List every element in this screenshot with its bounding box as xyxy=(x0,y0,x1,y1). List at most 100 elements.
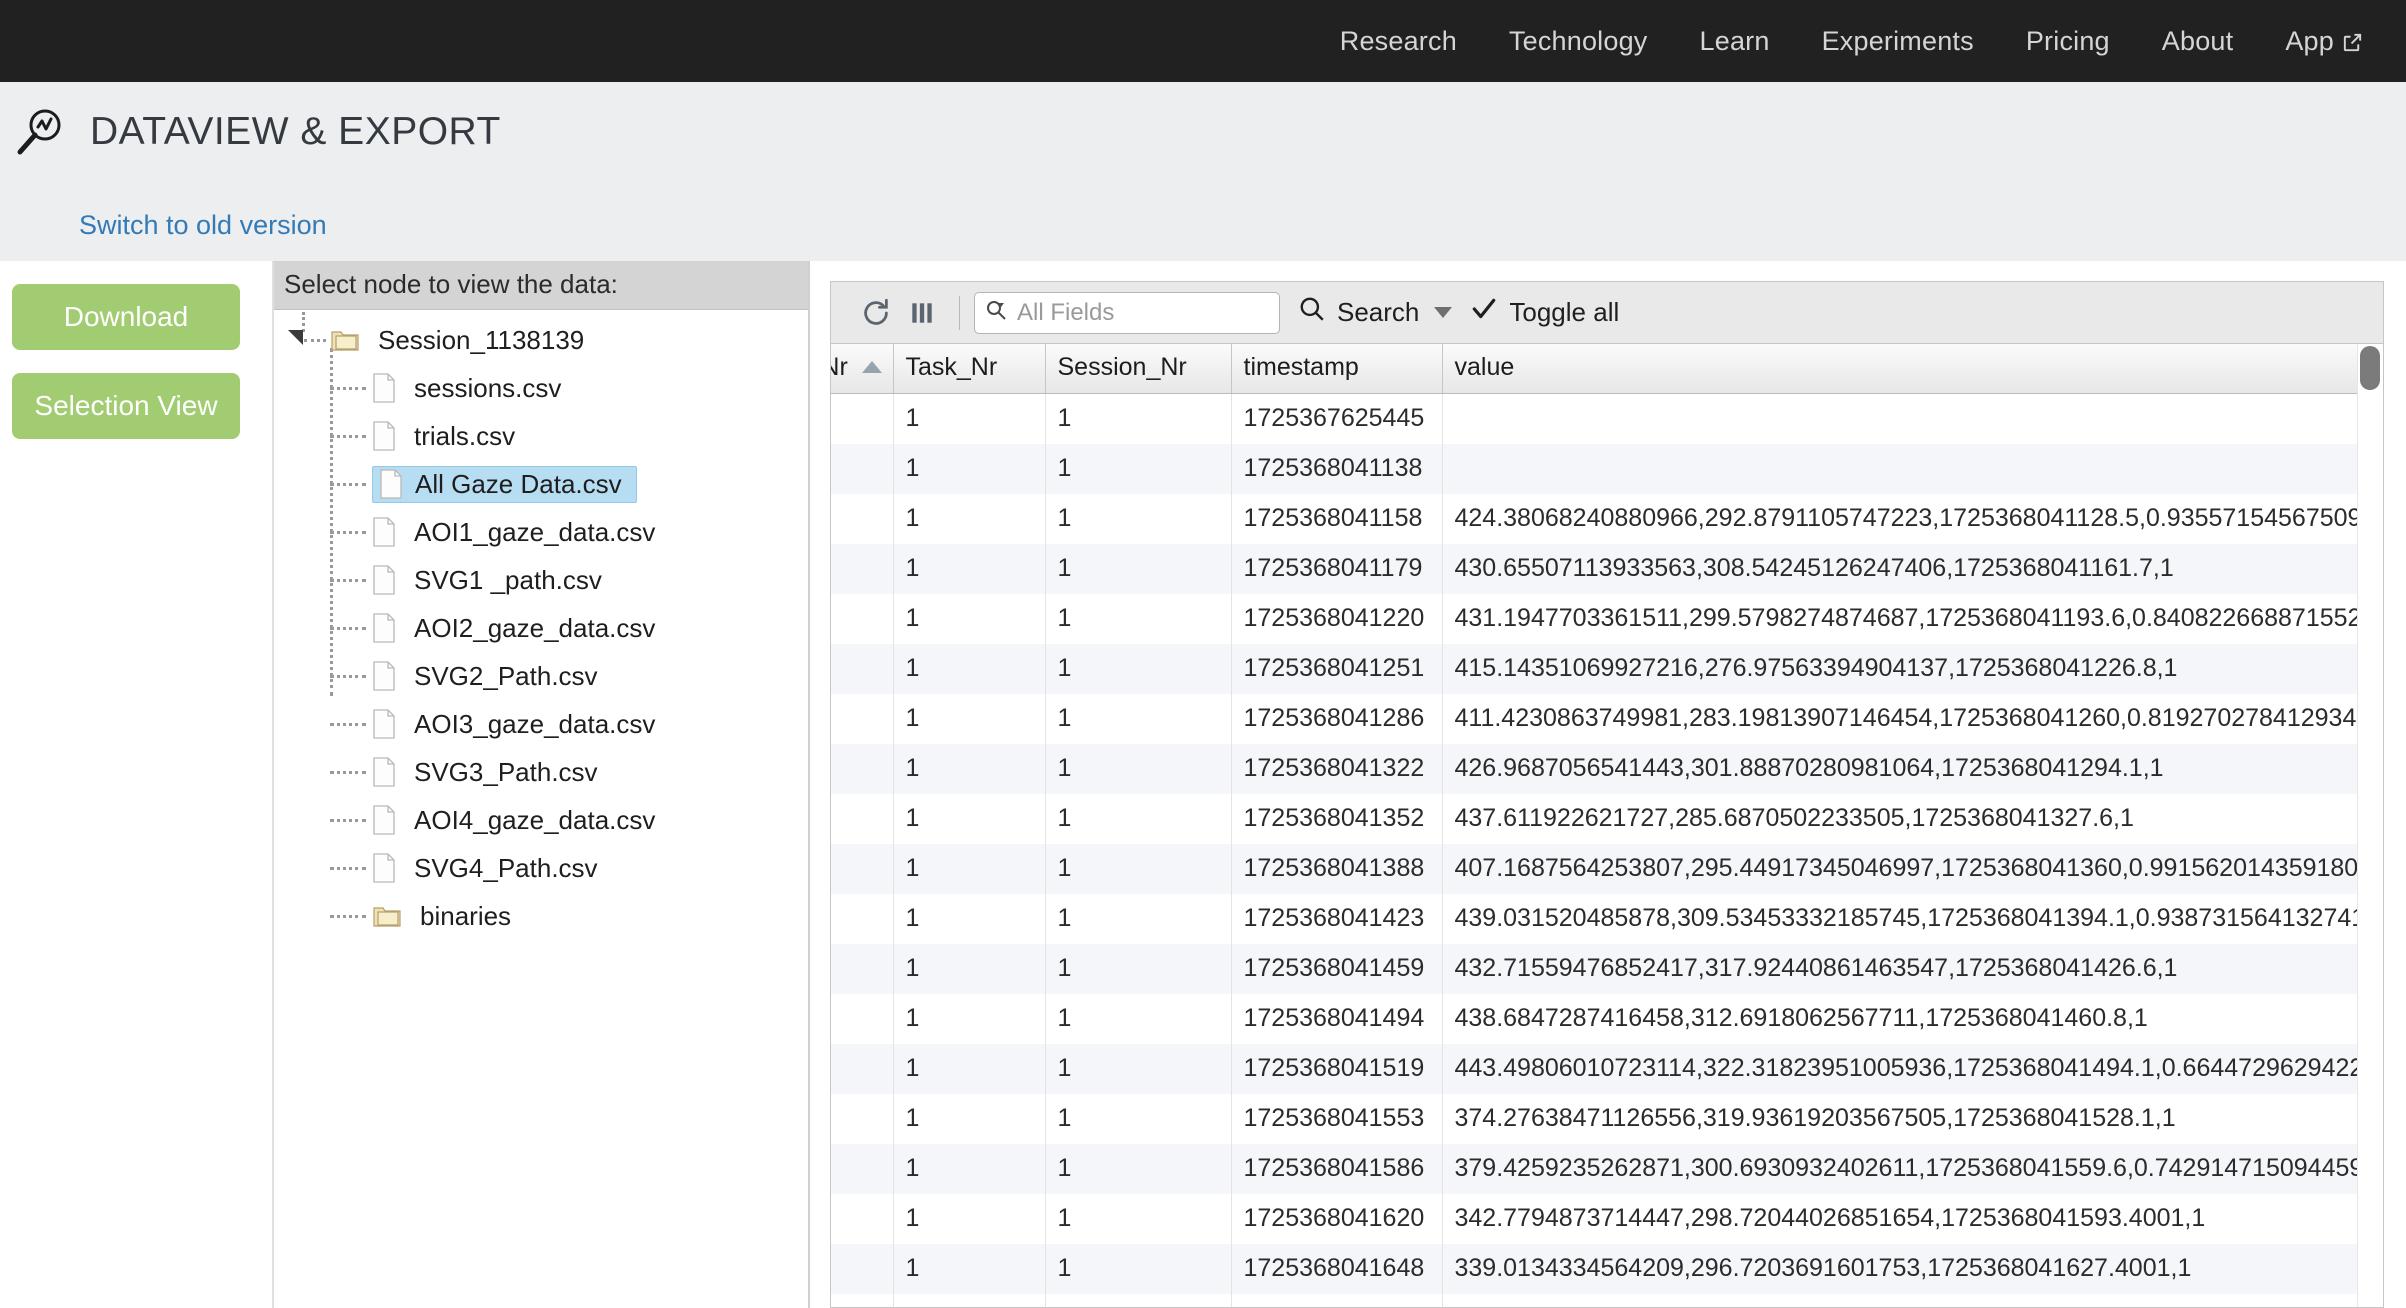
cell-task-nr: 1 xyxy=(893,393,1046,444)
table-row[interactable]: 1 1 1725368041322 426.9687056541443,301.888… xyxy=(831,743,2383,794)
tree-node-svg2-path-csv[interactable]: SVG2_Path.csv xyxy=(274,652,808,700)
table-row[interactable]: 1 1 1725368041220 431.1947703361511,299.579… xyxy=(831,593,2383,644)
nav-item-pricing[interactable]: Pricing xyxy=(2000,26,2136,57)
tree-node-trials-csv[interactable]: trials.csv xyxy=(274,412,808,460)
cell-k-nr xyxy=(831,793,894,844)
table-row[interactable]: 1 1 1725368041423 439.031520485878,309.5345… xyxy=(831,893,2383,944)
cell-session-nr: 1 xyxy=(1045,543,1232,594)
table-row[interactable]: 1 1 1725368041620 342.7794873714447,298.720… xyxy=(831,1193,2383,1244)
column-header-task-nr[interactable]: Task_Nr xyxy=(893,344,1046,394)
column-header-k-nr[interactable]: k_Nr xyxy=(831,344,894,394)
sort-ascending-icon xyxy=(861,361,882,373)
file-icon xyxy=(372,709,396,739)
cell-timestamp: 1725368041352 xyxy=(1231,793,1443,844)
table-row[interactable]: 1 1 1725368041648 339.0134334564209,296.720… xyxy=(831,1243,2383,1294)
table-row[interactable]: 1 1 1725367625445 xyxy=(831,393,2383,444)
tree-panel-header: Select node to view the data: xyxy=(274,261,808,310)
search-input[interactable] xyxy=(1015,297,1255,328)
nav-item-app[interactable]: App xyxy=(2259,26,2370,57)
cell-timestamp: 1725368041322 xyxy=(1231,743,1443,794)
tree-node-aoi1-gaze-data-csv[interactable]: AOI1_gaze_data.csv xyxy=(274,508,808,556)
tree-node-label: binaries xyxy=(420,900,512,931)
table-row[interactable]: 1 1 1725368041251 415.14351069927216,276.97… xyxy=(831,643,2383,694)
tree-collapse-toggle-icon[interactable] xyxy=(288,330,303,345)
refresh-icon[interactable] xyxy=(853,290,899,336)
table-row[interactable]: 1 1 1725368041138 xyxy=(831,443,2383,494)
toggle-all-button[interactable]: Toggle all xyxy=(1470,295,1619,330)
table-row[interactable]: 111725368041692401.06992572546005,319.61… xyxy=(831,1293,2383,1307)
tree-node-binaries[interactable]: binaries xyxy=(274,892,808,940)
external-link-icon xyxy=(2341,30,2364,53)
cell-task-nr: 1 xyxy=(893,1043,1046,1094)
column-header-value[interactable]: value xyxy=(1442,344,2383,394)
cell-session-nr: 1 xyxy=(1045,893,1232,944)
tree-node-root[interactable]: Session_1138139 xyxy=(274,312,808,364)
tree-node-svg1-path-csv[interactable]: SVG1 _path.csv xyxy=(274,556,808,604)
tree-node-label: AOI4_gaze_data.csv xyxy=(414,804,656,835)
nav-item-research[interactable]: Research xyxy=(1314,26,1483,57)
table-row[interactable]: 1 1 1725368041286 411.4230863749981,283.198… xyxy=(831,693,2383,744)
cell-timestamp: 1725368041423 xyxy=(1231,893,1443,944)
column-header-session-nr[interactable]: Session_Nr xyxy=(1045,344,1232,394)
tree-node-aoi2-gaze-data-csv[interactable]: AOI2_gaze_data.csv xyxy=(274,604,808,652)
cell-timestamp: 1725368041138 xyxy=(1231,443,1443,494)
cell-timestamp: 1725368041388 xyxy=(1231,843,1443,894)
tree-node-sessions-csv[interactable]: sessions.csv xyxy=(274,364,808,412)
table-row[interactable]: 1 1 1725368041459 432.71559476852417,317.92… xyxy=(831,943,2383,994)
cell-value: 443.49806010723114,322.31823951005936,17… xyxy=(1442,1043,2383,1094)
cell-value: 426.9687056541443,301.88870280981064,172… xyxy=(1442,743,2383,794)
tree-root-guide xyxy=(274,312,330,364)
table-row[interactable]: 1 1 1725368041179 430.65507113933563,308.54… xyxy=(831,543,2383,594)
tree-elbow xyxy=(330,387,366,390)
tree-node-aoi3-gaze-data-csv[interactable]: AOI3_gaze_data.csv xyxy=(274,700,808,748)
selection-view-button[interactable]: Selection View xyxy=(12,373,240,439)
chevron-down-icon[interactable] xyxy=(1434,307,1453,318)
folder-icon xyxy=(330,327,360,353)
nav-item-about[interactable]: About xyxy=(2136,26,2260,57)
cell-value: 407.1687564253807,295.44917345046997,172… xyxy=(1442,843,2383,894)
tree-elbow xyxy=(330,531,366,534)
table-row[interactable]: 1 1 1725368041352 437.611922621727,285.6870… xyxy=(831,793,2383,844)
nav-item-experiments[interactable]: Experiments xyxy=(1796,26,2000,57)
cell-timestamp: 1725368041220 xyxy=(1231,593,1443,644)
tree-elbow xyxy=(330,579,366,582)
vertical-scrollbar-track[interactable] xyxy=(2357,344,2383,1307)
table-row[interactable]: 1 1 1725368041158 424.38068240880966,292.87… xyxy=(831,493,2383,544)
tree-elbow xyxy=(330,435,366,438)
tree-node-aoi4-gaze-data-csv[interactable]: AOI4_gaze_data.csv xyxy=(274,796,808,844)
tree-elbow xyxy=(330,867,366,870)
table-row[interactable]: 1 1 1725368041494 438.6847287416458,312.691… xyxy=(831,993,2383,1044)
table-row[interactable]: 1 1 1725368041519 443.49806010723114,322.31… xyxy=(831,1043,2383,1094)
tree-node-all-gaze-data-csv[interactable]: All Gaze Data.csv xyxy=(274,460,808,508)
tree-node-svg4-path-csv[interactable]: SVG4_Path.csv xyxy=(274,844,808,892)
tree-node-selected-wrapper: All Gaze Data.csv xyxy=(372,465,637,503)
cell-timestamp: 1725368041519 xyxy=(1231,1043,1443,1094)
table-row[interactable]: 1 1 1725368041586 379.4259235262871,300.693… xyxy=(831,1143,2383,1194)
download-button[interactable]: Download xyxy=(12,284,240,350)
tree-guide xyxy=(274,844,372,892)
tree-guide xyxy=(274,652,372,700)
cell-session-nr: 1 xyxy=(1045,943,1232,994)
vertical-scrollbar-thumb[interactable] xyxy=(2360,346,2380,390)
cell-task-nr: 1 xyxy=(893,443,1046,494)
columns-icon[interactable] xyxy=(899,290,945,336)
switch-to-old-version-link[interactable]: Switch to old version xyxy=(79,210,327,241)
tree-node-svg3-path-csv[interactable]: SVG3_Path.csv xyxy=(274,748,808,796)
page-title: DATAVIEW & EXPORT xyxy=(90,110,501,153)
table-row[interactable]: 1 1 1725368041553 374.27638471126556,319.93… xyxy=(831,1093,2383,1144)
table-row[interactable]: 1 1 1725368041388 407.1687564253807,295.449… xyxy=(831,843,2383,894)
file-icon xyxy=(372,517,396,547)
file-icon xyxy=(372,661,396,691)
column-header-timestamp[interactable]: timestamp xyxy=(1231,344,1443,394)
cell-value: 339.0134334564209,296.7203691601753,1725… xyxy=(1442,1243,2383,1294)
cell-value: 439.031520485878,309.53453332185745,1725… xyxy=(1442,893,2383,944)
search-button-label: Search xyxy=(1337,297,1420,327)
tree-elbow xyxy=(330,483,366,486)
search-button[interactable]: Search xyxy=(1298,295,1453,330)
nav-item-learn[interactable]: Learn xyxy=(1674,26,1796,57)
cell-timestamp: 1725368041692 xyxy=(1231,1293,1443,1307)
cell-k-nr xyxy=(831,1243,894,1294)
nav-item-technology[interactable]: Technology xyxy=(1483,26,1674,57)
cell-timestamp: 1725368041179 xyxy=(1231,543,1443,594)
search-input-wrapper[interactable] xyxy=(974,291,1280,334)
